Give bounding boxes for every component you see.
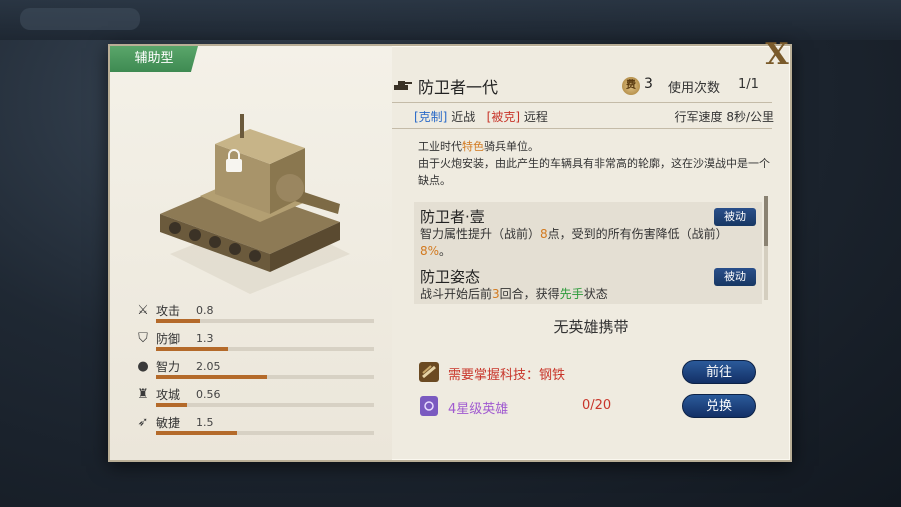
unit-class-icon	[394, 81, 412, 90]
shield-icon: ⛉	[138, 331, 148, 346]
skill-name: 防卫者·壹	[420, 208, 485, 226]
skill-item: 防卫姿态 被动 战斗开始后前3回合，获得先手状态	[420, 266, 756, 303]
requirement-text: 4星级英雄	[448, 402, 509, 417]
skill-description: 智力属性提升（战前）8点，受到的所有伤害降低（战前） 8%。	[420, 226, 756, 260]
stat-name: 防御	[156, 332, 181, 346]
countered-label: [被克]	[486, 110, 521, 124]
skill-name: 防卫姿态	[420, 268, 481, 286]
countered-value: 远程	[523, 110, 548, 124]
skill-desc-highlight: 先手	[559, 287, 584, 301]
stat-name: 攻城	[156, 388, 181, 402]
skill-desc-text: 战斗开始后前	[420, 287, 493, 301]
desc-text: 由于火炮安装，由此产生的车辆具有非常高的轮廓，这在沙漠战中是一个缺点。	[418, 157, 770, 187]
skill-desc-text: 智力属性提升（战前）	[420, 227, 541, 241]
stat-bar-fill	[156, 431, 237, 435]
hero-count: 0/20	[582, 398, 612, 413]
stat-bar	[156, 375, 374, 379]
counter-value: 近战	[451, 110, 476, 124]
unit-cost: 3	[644, 76, 653, 92]
skill-desc-highlight: 8	[540, 227, 548, 241]
desc-text: 骑兵单位。	[484, 140, 539, 153]
unit-info-area: 防卫者一代 费 3 使用次数 1/1 [克制] 近战 [被克] 远程 行军速度 …	[392, 46, 790, 460]
skill-item: 防卫者·壹 被动 智力属性提升（战前）8点，受到的所有伤害降低（战前） 8%。	[420, 206, 756, 260]
hero-card-icon	[420, 396, 438, 416]
unit-detail-panel: 辅助型 ⚔ 攻击 0.8 ⛉ 防御 1.3 ● 智力 2.05 ♜ 攻城 0.5…	[108, 40, 792, 462]
skill-description: 战斗开始后前3回合，获得先手状态	[420, 286, 756, 303]
stat-value: 0.56	[196, 388, 221, 401]
skill-desc-text: 。	[439, 244, 452, 258]
requirement-tech-row: 需要掌握科技：钢铁 前往	[414, 360, 774, 386]
stat-bar-fill	[156, 403, 187, 407]
requirement-text: 需要掌握科技：钢铁	[448, 368, 566, 383]
stat-row-intelligence: ● 智力 2.05	[130, 354, 380, 382]
scroll-thumb[interactable]	[764, 196, 768, 246]
stat-bar	[156, 319, 374, 323]
stat-value: 1.5	[196, 416, 214, 429]
divider	[392, 128, 772, 129]
stat-name: 智力	[156, 360, 181, 374]
passive-button[interactable]: 被动	[714, 268, 756, 286]
close-button[interactable]: X	[762, 40, 792, 70]
background-blurred-element	[20, 8, 140, 30]
skill-desc-highlight: 8%	[420, 244, 440, 258]
head-icon: ●	[137, 359, 149, 374]
stat-row-siege: ♜ 攻城 0.56	[130, 382, 380, 410]
stat-bar	[156, 347, 374, 351]
skill-desc-text: 回合，获得	[499, 287, 560, 301]
passive-button[interactable]: 被动	[714, 208, 756, 226]
tank-unit-image	[160, 114, 350, 294]
cost-icon: 费	[622, 77, 640, 95]
requirement-hero-row: 4星级英雄 0/20 兑换	[414, 394, 774, 420]
use-count-label: 使用次数	[668, 81, 721, 96]
unit-title-row: 防卫者一代 费 3 使用次数 1/1	[392, 74, 772, 98]
skill-desc-highlight: 3	[492, 287, 500, 301]
stat-bar-fill	[156, 375, 268, 379]
stat-value: 2.05	[196, 360, 221, 373]
no-hero-text: 无英雄携带	[553, 318, 629, 336]
stat-bar-fill	[156, 319, 200, 323]
unit-preview-area: 辅助型 ⚔ 攻击 0.8 ⛉ 防御 1.3 ● 智力 2.05 ♜ 攻城 0.5…	[110, 46, 392, 460]
exchange-button[interactable]: 兑换	[682, 394, 756, 418]
unit-name: 防卫者一代	[418, 78, 499, 97]
desc-highlight: 特色	[462, 140, 484, 153]
skill-desc-text: 状态	[583, 287, 608, 301]
counter-label: [克制]	[414, 110, 448, 124]
stat-name: 敏捷	[156, 416, 181, 430]
stat-row-defense: ⛉ 防御 1.3	[130, 326, 380, 354]
march-speed: 行军速度 8秒/公里	[674, 110, 775, 124]
unit-stats: ⚔ 攻击 0.8 ⛉ 防御 1.3 ● 智力 2.05 ♜ 攻城 0.56 ➶ …	[130, 298, 380, 438]
unit-description: 工业时代特色骑兵单位。 由于火炮安装，由此产生的车辆具有非常高的轮廓，这在沙漠战…	[418, 138, 772, 189]
desc-text: 工业时代	[418, 140, 462, 153]
sword-icon: ⚔	[137, 303, 149, 318]
use-count-value: 1/1	[738, 77, 759, 92]
stat-bar	[156, 403, 374, 407]
go-button[interactable]: 前往	[682, 360, 756, 384]
tower-icon: ♜	[137, 387, 149, 402]
tech-book-icon	[419, 362, 439, 382]
stat-name: 攻击	[156, 304, 181, 318]
counter-row: [克制] 近战 [被克] 远程 行军速度 8秒/公里	[414, 108, 774, 126]
wing-icon: ➶	[137, 415, 149, 430]
stat-value: 1.3	[196, 332, 214, 345]
stat-row-attack: ⚔ 攻击 0.8	[130, 298, 380, 326]
stat-bar-fill	[156, 347, 228, 351]
skills-list[interactable]: 防卫者·壹 被动 智力属性提升（战前）8点，受到的所有伤害降低（战前） 8%。 防…	[414, 202, 762, 304]
stat-bar	[156, 431, 374, 435]
stat-value: 0.8	[196, 304, 214, 317]
unit-type-tag: 辅助型	[110, 46, 198, 72]
stat-row-agility: ➶ 敏捷 1.5	[130, 410, 380, 438]
skills-scrollbar[interactable]	[764, 196, 768, 300]
divider	[392, 102, 772, 103]
skill-desc-text: 点，受到的所有伤害降低（战前）	[547, 227, 728, 241]
